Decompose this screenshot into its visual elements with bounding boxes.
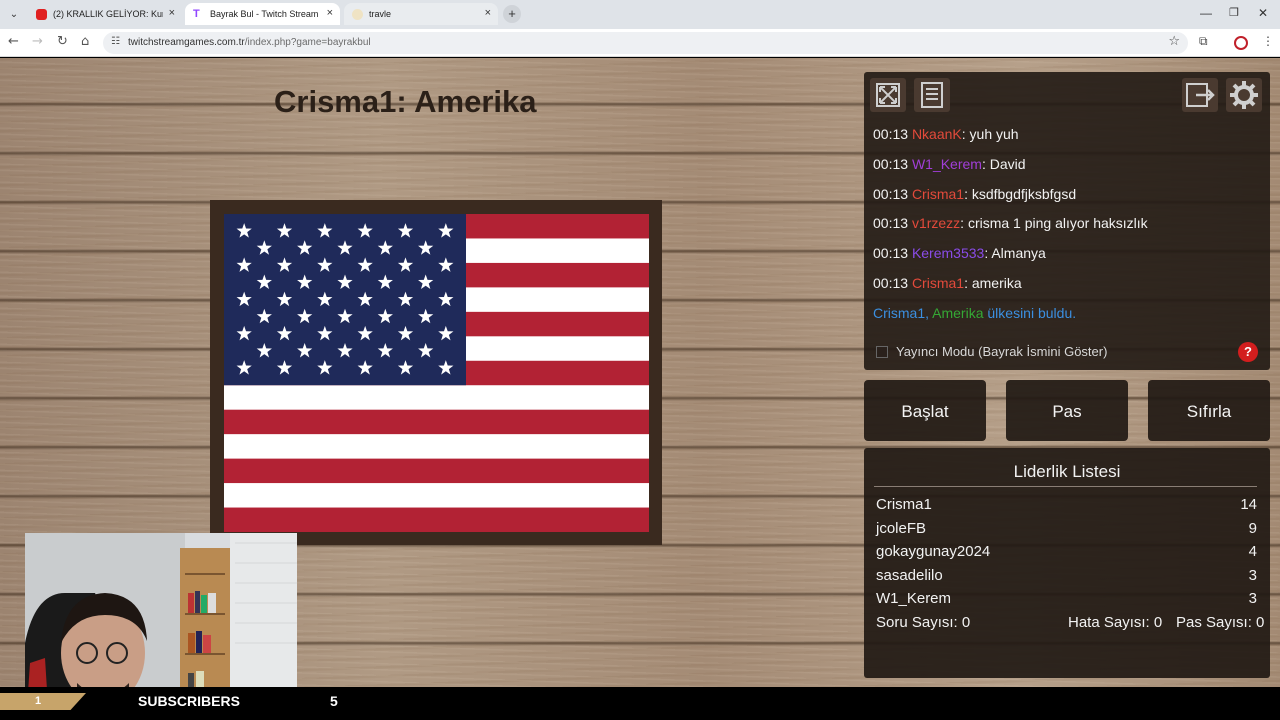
system-message: Crisma1, Amerika ülkesini buldu. bbox=[873, 304, 1077, 321]
settings-button[interactable] bbox=[1226, 78, 1262, 112]
question-count: Soru Sayısı: 0 bbox=[876, 614, 971, 631]
browser-tab-strip: ⌄ (2) KRALLIK GELİYOR: Kurtuluş × T Bayr… bbox=[0, 0, 1280, 29]
flag-stripe bbox=[224, 409, 649, 435]
gear-icon bbox=[1230, 81, 1258, 109]
divider bbox=[874, 486, 1257, 487]
browser-toolbar: ← → ↻ ⌂ ☷ twitchstreamgames.com.tr/index… bbox=[0, 29, 1280, 57]
flag-canton bbox=[224, 214, 466, 386]
browser-tab-travle[interactable]: travle × bbox=[344, 3, 498, 25]
webcam-overlay bbox=[25, 533, 297, 687]
document-icon bbox=[921, 82, 943, 108]
chat-message: 00:13 v1rzezz: crisma 1 ping alıyor haks… bbox=[873, 215, 1148, 232]
browser-tab-bayrak-bul[interactable]: T Bayrak Bul - Twitch Stream Gam × bbox=[185, 3, 340, 25]
flag-stripe bbox=[224, 385, 649, 411]
forward-icon[interactable]: → bbox=[32, 34, 43, 49]
tab-search-chevron-icon[interactable]: ⌄ bbox=[6, 7, 22, 23]
close-icon[interactable]: × bbox=[485, 7, 491, 19]
subscriber-overlay-bar: 1 SUBSCRIBERS 5 bbox=[0, 687, 1280, 720]
chat-username: Kerem3533 bbox=[911, 245, 985, 262]
subscribers-label: SUBSCRIBERS bbox=[138, 693, 240, 709]
streamer-mode-checkbox[interactable] bbox=[876, 345, 888, 358]
chat-username: W1_Kerem bbox=[911, 155, 982, 172]
pass-button[interactable]: Pas bbox=[1006, 380, 1128, 441]
flag-stripe bbox=[224, 507, 649, 532]
site-info-icon[interactable]: ☷ bbox=[111, 36, 120, 47]
help-button[interactable]: ? bbox=[1238, 342, 1258, 362]
exit-icon bbox=[1186, 83, 1215, 107]
reload-icon[interactable]: ↻ bbox=[57, 34, 68, 49]
leaderboard-rows: Crisma1 14 jcoleFB 9 gokaygunay2024 4 sasad… bbox=[876, 494, 1257, 612]
fullscreen-icon bbox=[876, 83, 900, 107]
flag-image bbox=[224, 214, 649, 532]
flag-stripe bbox=[224, 434, 649, 460]
address-bar[interactable]: ☷ twitchstreamgames.com.tr/index.php?gam… bbox=[103, 32, 1188, 54]
exit-button[interactable] bbox=[1182, 78, 1218, 112]
chat-username: Crisma1 bbox=[911, 274, 965, 291]
travle-icon bbox=[352, 8, 363, 20]
minimize-icon[interactable]: — bbox=[1200, 6, 1212, 20]
leaderboard-row: jcoleFB 9 bbox=[876, 519, 1257, 537]
bookmark-star-icon[interactable]: ☆ bbox=[1168, 34, 1180, 49]
chat-message: 00:13 W1_Kerem: David bbox=[873, 155, 1026, 172]
profile-avatar[interactable] bbox=[1234, 36, 1248, 50]
chat-panel: 00:13 NkaanK: yuh yuh 00:13 W1_Kerem: Da… bbox=[864, 72, 1270, 370]
tab-title: (2) KRALLIK GELİYOR: Kurtuluş bbox=[53, 9, 163, 19]
chat-message: 00:13 NkaanK: yuh yuh bbox=[873, 126, 1019, 142]
browser-menu-icon[interactable]: ⋮ bbox=[1262, 34, 1274, 48]
reset-button[interactable]: Sıfırla bbox=[1148, 380, 1270, 441]
home-icon[interactable]: ⌂ bbox=[81, 34, 89, 49]
new-tab-button[interactable]: + bbox=[503, 5, 521, 23]
error-count: Hata Sayısı: 0 bbox=[1068, 614, 1163, 631]
extensions-icon[interactable]: ⧉ bbox=[1199, 34, 1208, 49]
pass-count: Pas Sayısı: 0 bbox=[1176, 614, 1265, 631]
close-icon[interactable]: × bbox=[169, 7, 175, 19]
leaderboard-title: Liderlik Listesi bbox=[1013, 462, 1121, 481]
streamer-mode-row[interactable]: Yayıncı Modu (Bayrak İsmini Göster) bbox=[876, 344, 1107, 359]
chat-username: Crisma1 bbox=[911, 185, 965, 202]
leaderboard-row: W1_Kerem 3 bbox=[876, 590, 1257, 608]
streamer-mode-label: Yayıncı Modu (Bayrak İsmini Göster) bbox=[896, 344, 1108, 359]
chat-message: 00:13 Crisma1: amerika bbox=[873, 274, 1022, 291]
leaderboard-row: sasadelilo 3 bbox=[876, 566, 1257, 584]
flag-stripe bbox=[224, 458, 649, 484]
close-icon[interactable]: × bbox=[327, 7, 333, 19]
browser-tab-youtube[interactable]: (2) KRALLIK GELİYOR: Kurtuluş × bbox=[28, 3, 182, 25]
leaderboard-panel: Liderlik Listesi Crisma1 14 jcoleFB 9 goka… bbox=[864, 448, 1270, 678]
game-page: Crisma1: Amerika 00:13 NkaanK: yuh yuh 0… bbox=[0, 58, 1280, 687]
twitch-games-icon: T bbox=[193, 7, 200, 20]
start-button[interactable]: Başlat bbox=[864, 380, 986, 441]
chat-messages: 00:13 NkaanK: yuh yuh 00:13 W1_Kerem: Da… bbox=[873, 124, 1263, 323]
url-text[interactable]: twitchstreamgames.com.tr/index.php?game=… bbox=[128, 37, 371, 48]
subscribers-count: 5 bbox=[330, 693, 338, 709]
window-close-icon[interactable]: ✕ bbox=[1258, 6, 1268, 20]
restore-icon[interactable]: ❐ bbox=[1229, 6, 1239, 19]
chat-username: NkaanK bbox=[911, 126, 962, 142]
leaderboard-row: gokaygunay2024 4 bbox=[876, 543, 1257, 561]
page-title: Crisma1: Amerika bbox=[274, 84, 537, 119]
chat-message: 00:13 Kerem3533: Almanya bbox=[873, 245, 1046, 262]
youtube-icon bbox=[36, 8, 47, 20]
tab-title: travle bbox=[369, 9, 392, 19]
chat-message: 00:13 Crisma1: ksdfbgdfjksbfgsd bbox=[873, 185, 1077, 202]
back-icon[interactable]: ← bbox=[8, 34, 19, 49]
sub-goal-tag: 1 bbox=[0, 693, 86, 710]
fullscreen-button[interactable] bbox=[870, 78, 906, 112]
flag-stripe bbox=[224, 483, 649, 509]
tab-title: Bayrak Bul - Twitch Stream Gam bbox=[210, 9, 320, 19]
chat-username: v1rzezz bbox=[911, 215, 961, 232]
leaderboard-row: Crisma1 14 bbox=[876, 496, 1257, 513]
log-button[interactable] bbox=[914, 78, 950, 112]
